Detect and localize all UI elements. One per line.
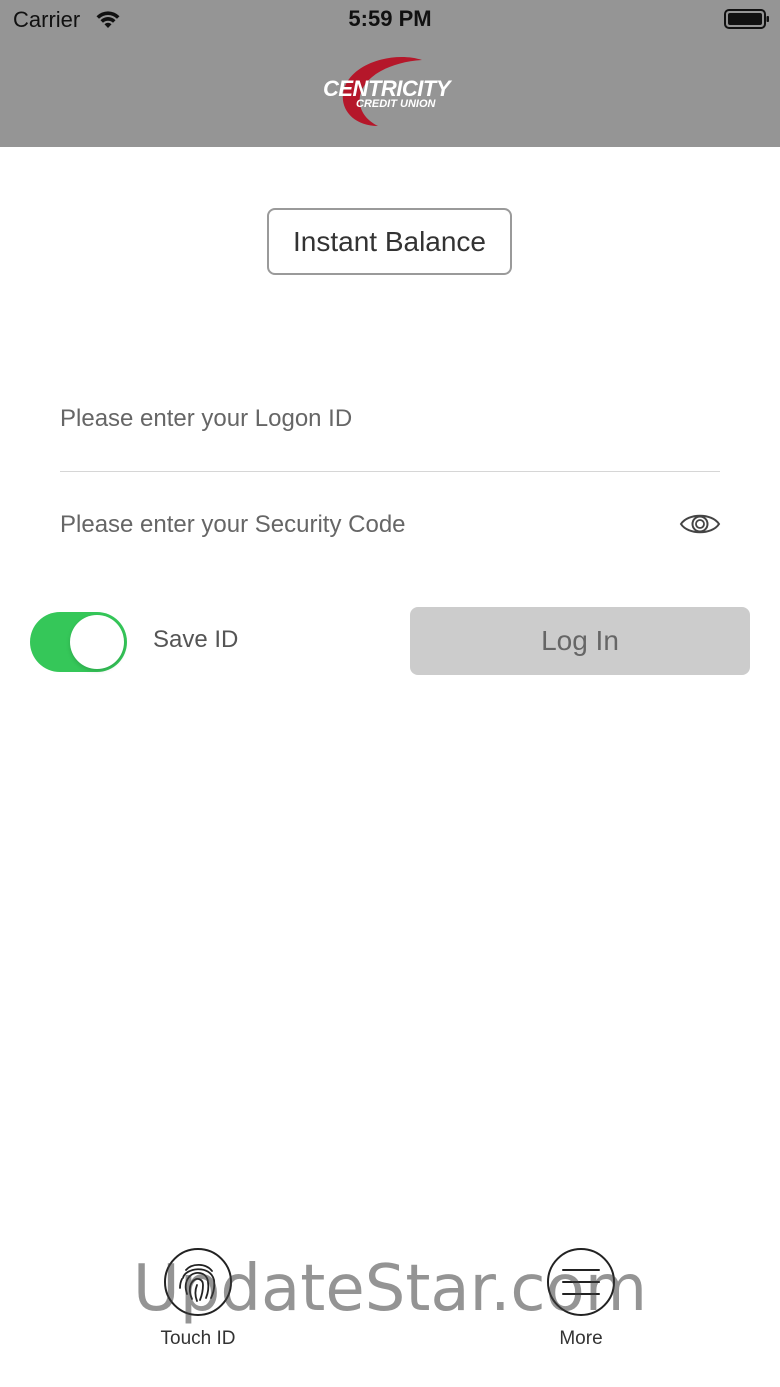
watermark: UpdateStar.com: [132, 1252, 648, 1326]
centricity-logo: CENTRICITY CREDIT UNION: [318, 54, 462, 130]
app-header: Carrier 5:59 PM CENTRICITY CREDIT UNION: [0, 0, 780, 147]
logo-subtitle: CREDIT UNION: [356, 98, 436, 110]
fingerprint-icon: [164, 1248, 232, 1316]
eye-icon[interactable]: [678, 506, 722, 542]
instant-balance-button[interactable]: Instant Balance: [267, 208, 512, 275]
logon-divider: [60, 471, 720, 472]
touch-id-label: Touch ID: [160, 1328, 236, 1349]
status-time: 5:59 PM: [348, 6, 432, 31]
logon-id-input[interactable]: Please enter your Logon ID: [60, 389, 720, 449]
save-id-toggle[interactable]: [30, 612, 127, 672]
toggle-knob: [70, 615, 124, 669]
security-code-input[interactable]: Please enter your Security Code: [60, 495, 720, 555]
more-label: More: [559, 1328, 603, 1349]
menu-icon: [547, 1248, 615, 1316]
status-bar: Carrier 5:59 PM: [0, 0, 780, 40]
more-button[interactable]: More: [521, 1248, 641, 1358]
login-button[interactable]: Log In: [410, 607, 750, 675]
touch-id-button[interactable]: Touch ID: [138, 1248, 258, 1358]
save-id-label: Save ID: [153, 626, 239, 653]
battery-full-icon: [724, 9, 769, 29]
app-screen: Carrier 5:59 PM CENTRICITY CREDIT UNION …: [0, 0, 780, 1387]
